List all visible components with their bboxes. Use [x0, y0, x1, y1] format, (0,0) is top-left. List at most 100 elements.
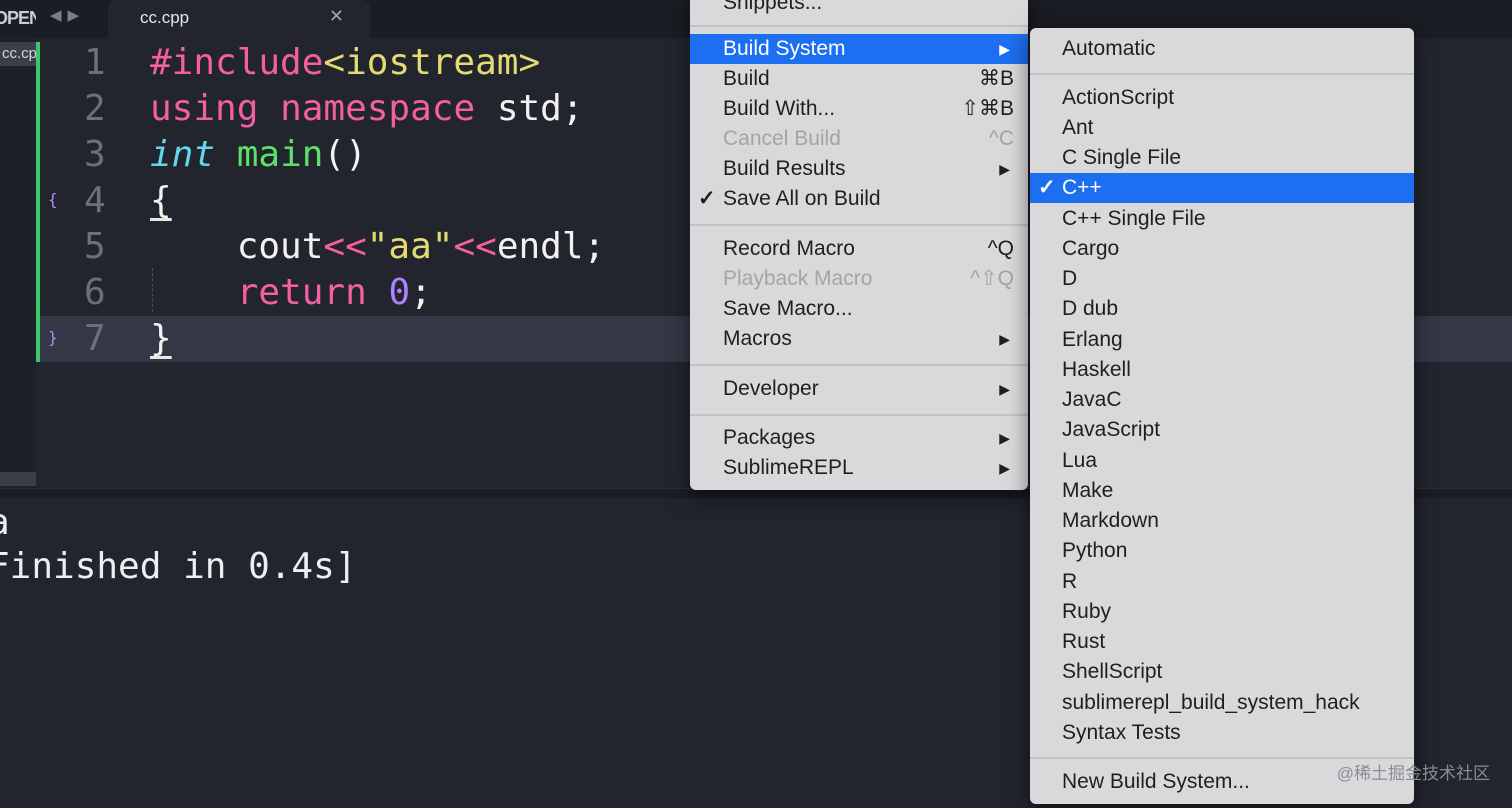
build-system-cpp-single-file[interactable]: C++ Single File: [1030, 204, 1414, 234]
menu-item-label: Save Macro...: [723, 297, 853, 320]
code-token: std;: [475, 88, 584, 129]
checkmark-icon: ✓: [1038, 176, 1056, 199]
sidebar-item-cc-cpp[interactable]: cc.cpp: [0, 42, 36, 66]
menu-item-record-macro[interactable]: Record Macro ^Q: [690, 234, 1028, 264]
tab-label: cc.cpp: [140, 8, 190, 27]
menu-item-label: Build Results: [723, 157, 846, 180]
build-system-submenu: Automatic ActionScript Ant C Single File…: [1030, 28, 1414, 804]
menu-item-sublimerepl[interactable]: SublimeREPL ▶: [690, 453, 1028, 483]
menu-item-label: Erlang: [1062, 328, 1123, 351]
submenu-arrow-icon: ▶: [999, 41, 1010, 57]
fold-open-marker[interactable]: {: [48, 190, 58, 209]
submenu-arrow-icon: ▶: [999, 331, 1010, 347]
build-system-make[interactable]: Make: [1030, 476, 1414, 506]
build-system-d[interactable]: D: [1030, 264, 1414, 294]
build-system-lua[interactable]: Lua: [1030, 446, 1414, 476]
build-system-javascript[interactable]: JavaScript: [1030, 415, 1414, 445]
menu-item-build-system[interactable]: Build System ▶: [690, 34, 1028, 64]
code-token: cout: [150, 226, 324, 267]
build-system-rust[interactable]: Rust: [1030, 627, 1414, 657]
submenu-arrow-icon: ▶: [999, 381, 1010, 397]
menu-separator: [690, 414, 1028, 416]
build-system-r[interactable]: R: [1030, 567, 1414, 597]
build-system-sublimerepl-hack[interactable]: sublimerepl_build_system_hack: [1030, 688, 1414, 718]
checkmark-icon: ✓: [698, 187, 716, 210]
line-number: 6: [84, 272, 106, 313]
menu-item-label: Playback Macro: [723, 267, 873, 290]
shortcut-label: ^C: [988, 127, 1014, 150]
menu-item-label: Syntax Tests: [1062, 721, 1181, 744]
code-token: return: [236, 272, 367, 313]
menu-item-label: SublimeREPL: [723, 456, 854, 479]
code-line-3: int main(): [150, 134, 367, 175]
menu-item-label: ActionScript: [1062, 86, 1175, 109]
build-system-cpp[interactable]: ✓ C++: [1030, 173, 1414, 203]
menu-item-label: Cargo: [1062, 237, 1120, 260]
shortcut-label: ^⇧Q: [970, 267, 1014, 290]
build-system-javac[interactable]: JavaC: [1030, 385, 1414, 415]
code-editor[interactable]: 1 2 3 4 5 6 7 { } #include<iostream> usi…: [36, 38, 1512, 490]
build-system-syntax-tests[interactable]: Syntax Tests: [1030, 718, 1414, 748]
build-system-c-single-file[interactable]: C Single File: [1030, 143, 1414, 173]
build-system-actionscript[interactable]: ActionScript: [1030, 83, 1414, 113]
build-system-ruby[interactable]: Ruby: [1030, 597, 1414, 627]
menu-separator: [690, 364, 1028, 366]
code-token: namespace: [280, 88, 476, 129]
back-arrow-icon[interactable]: ◀: [50, 7, 68, 24]
code-token: {: [150, 180, 172, 221]
git-gutter-added: [36, 42, 40, 362]
sidebar-scrollbar[interactable]: [0, 472, 36, 486]
close-icon[interactable]: ✕: [329, 6, 344, 27]
build-system-erlang[interactable]: Erlang: [1030, 325, 1414, 355]
menu-item-label: Save All on Build: [723, 187, 881, 210]
line-number: 3: [84, 134, 106, 175]
line-number: 2: [84, 88, 106, 129]
menu-item-label: Haskell: [1062, 358, 1131, 381]
menu-separator: [1030, 73, 1414, 75]
code-line-7: }: [150, 318, 172, 359]
build-system-python[interactable]: Python: [1030, 536, 1414, 566]
menu-item-snippets[interactable]: Snippets...: [690, 0, 1028, 18]
submenu-arrow-icon: ▶: [999, 460, 1010, 476]
code-token: int: [150, 134, 216, 175]
menu-item-label: C++ Single File: [1062, 207, 1206, 230]
menu-item-build[interactable]: Build ⌘B: [690, 64, 1028, 94]
build-system-haskell[interactable]: Haskell: [1030, 355, 1414, 385]
menu-item-label: Build: [723, 67, 770, 90]
build-system-cargo[interactable]: Cargo: [1030, 234, 1414, 264]
menu-item-macros[interactable]: Macros ▶: [690, 324, 1028, 354]
menu-item-packages[interactable]: Packages ▶: [690, 423, 1028, 453]
forward-arrow-icon[interactable]: ▶: [68, 7, 86, 24]
code-token: main: [236, 134, 324, 175]
code-token: 0: [388, 272, 411, 313]
line-number: 1: [84, 42, 106, 83]
shortcut-label: ⇧⌘B: [961, 97, 1014, 120]
fold-close-marker[interactable]: }: [48, 328, 58, 347]
line-number: 7: [84, 318, 106, 359]
menu-item-save-all-on-build[interactable]: ✓ Save All on Build: [690, 184, 1028, 214]
menu-item-label: Build With...: [723, 97, 836, 120]
menu-item-label: Python: [1062, 539, 1128, 562]
line-number: 4: [84, 180, 106, 221]
tab-cc-cpp[interactable]: cc.cpp ✕: [108, 0, 370, 38]
menu-item-save-macro[interactable]: Save Macro...: [690, 294, 1028, 324]
menu-item-developer[interactable]: Developer ▶: [690, 374, 1028, 404]
build-system-automatic[interactable]: Automatic: [1030, 34, 1414, 64]
build-system-markdown[interactable]: Markdown: [1030, 506, 1414, 536]
code-line-4: {: [150, 180, 172, 221]
menu-item-build-results[interactable]: Build Results ▶: [690, 154, 1028, 184]
open-files-label: OPEN: [0, 8, 36, 28]
menu-item-label: Ant: [1062, 116, 1094, 139]
menu-item-label: Cancel Build: [723, 127, 841, 150]
menu-item-label: ShellScript: [1062, 660, 1163, 683]
build-system-d-dub[interactable]: D dub: [1030, 294, 1414, 324]
build-system-shellscript[interactable]: ShellScript: [1030, 657, 1414, 687]
submenu-arrow-icon: ▶: [999, 161, 1010, 177]
menu-separator: [690, 224, 1028, 226]
code-token: using: [150, 88, 259, 129]
menu-item-build-with[interactable]: Build With... ⇧⌘B: [690, 94, 1028, 124]
menu-item-label: Developer: [723, 377, 819, 400]
menu-item-label: D: [1062, 267, 1078, 290]
menu-item-label: Automatic: [1062, 37, 1156, 60]
build-system-ant[interactable]: Ant: [1030, 113, 1414, 143]
